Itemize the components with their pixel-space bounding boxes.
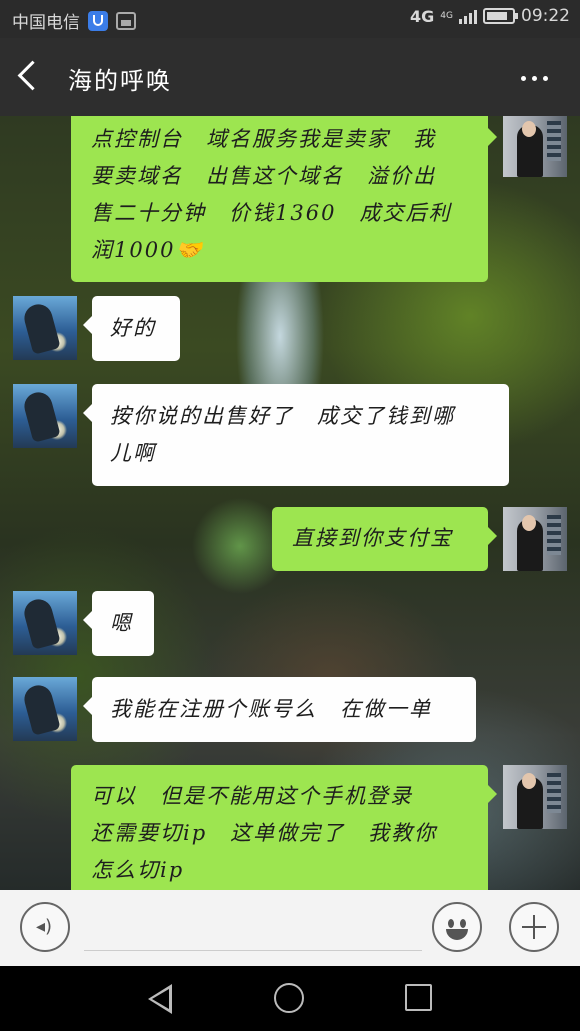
signal-icon — [459, 8, 477, 24]
message-text-line: 直接到你支付宝 — [292, 526, 453, 550]
chat-message-list[interactable]: 点控制台 域名服务我是卖家 我要卖域名 出售这个域名 溢价出 售二十分钟 价钱13… — [0, 116, 580, 890]
plus-icon[interactable] — [509, 902, 559, 952]
incoming-message-bubble[interactable]: 我能在注册个账号么 在做一单 — [83, 677, 476, 742]
incoming-message-bubble[interactable]: 好的 — [83, 296, 180, 361]
status-right: 4G 4G 09:22 — [410, 6, 570, 26]
outgoing-message-bubble[interactable]: 点控制台 域名服务我是卖家 我要卖域名 出售这个域名 溢价出 售二十分钟 价钱13… — [71, 116, 497, 282]
message-text-line: 可以 但是不能用这个手机登录 — [91, 784, 413, 808]
contact-avatar[interactable] — [13, 296, 77, 360]
contact-avatar[interactable] — [13, 677, 77, 741]
incoming-message-bubble[interactable]: 嗯 — [83, 591, 154, 656]
battery-icon — [483, 8, 518, 24]
message-text-line: 售二十分钟 价钱1360 成交后利 — [91, 201, 452, 225]
voice-icon[interactable]: ◂) — [20, 902, 70, 952]
nav-back-icon[interactable] — [148, 984, 172, 1014]
message-text-line: 点控制台 域名服务我是卖家 我 — [91, 127, 436, 151]
contact-avatar[interactable] — [13, 591, 77, 655]
image-notification-icon — [116, 11, 136, 30]
my-avatar[interactable] — [503, 116, 567, 177]
network-type-label: 4G — [410, 6, 435, 26]
message-text-line: 还需要切ip 这单做完了 我教你 — [91, 821, 438, 845]
message-text-line: 润1000🤝 — [91, 238, 204, 262]
security-shield-icon — [88, 10, 108, 31]
clock-label: 09:22 — [521, 6, 570, 26]
message-input[interactable] — [84, 908, 422, 951]
message-text-line: 要卖域名 出售这个域名 溢价出 — [91, 164, 436, 188]
chevron-left-icon[interactable] — [17, 60, 48, 91]
outgoing-message-bubble[interactable]: 可以 但是不能用这个手机登录还需要切ip 这单做完了 我教你 怎么切ip — [71, 765, 497, 890]
status-bar: 中国电信 4G 4G 09:22 — [0, 0, 580, 38]
chat-header: 海的呼唤 — [0, 38, 580, 116]
network-secondary-label: 4G — [440, 10, 453, 21]
outgoing-message-bubble[interactable]: 直接到你支付宝 — [272, 507, 497, 571]
message-text-line: 怎么切ip — [91, 858, 185, 882]
emoji-icon[interactable] — [432, 902, 482, 952]
message-text-line: 好的 — [110, 316, 156, 340]
incoming-message-bubble[interactable]: 按你说的出售好了 成交了钱到哪 儿啊 — [83, 384, 509, 486]
contact-avatar[interactable] — [13, 384, 77, 448]
input-bar: ◂) — [0, 890, 580, 966]
my-avatar[interactable] — [503, 765, 567, 829]
message-text-line: 儿啊 — [110, 441, 156, 465]
nav-recent-icon[interactable] — [405, 984, 432, 1011]
chat-title: 海的呼唤 — [68, 67, 172, 95]
my-avatar[interactable] — [503, 507, 567, 571]
message-text-line: 按你说的出售好了 成交了钱到哪 — [110, 404, 455, 428]
more-horizontal-icon[interactable] — [521, 76, 548, 81]
carrier-label: 中国电信 — [12, 13, 80, 33]
system-nav-bar — [0, 966, 580, 1031]
status-left: 中国电信 — [12, 8, 136, 33]
message-text-line: 嗯 — [110, 611, 133, 635]
message-text-line: 我能在注册个账号么 在做一单 — [110, 697, 432, 721]
nav-home-icon[interactable] — [274, 983, 304, 1013]
